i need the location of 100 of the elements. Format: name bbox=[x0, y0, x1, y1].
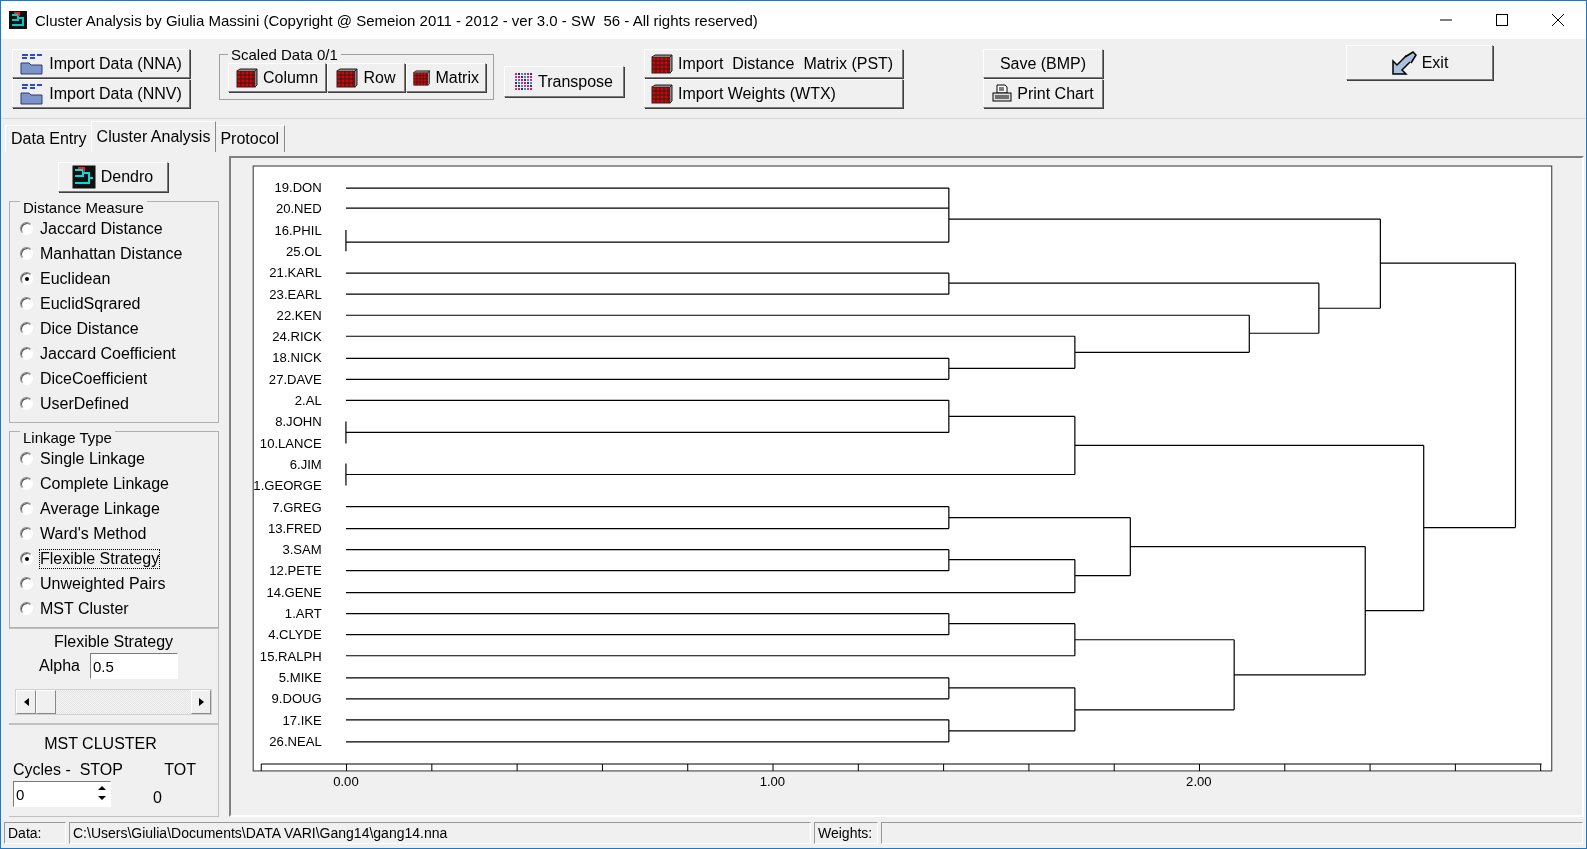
alpha-input[interactable]: 0.5 bbox=[89, 653, 178, 679]
exit-button[interactable]: Exit bbox=[1346, 45, 1493, 80]
radio-button[interactable] bbox=[20, 222, 33, 235]
radio-button[interactable] bbox=[20, 322, 33, 335]
import-data-button[interactable]: Import Data (NNA) bbox=[12, 49, 190, 78]
leaf-label: 12.PETE bbox=[269, 563, 322, 579]
scale-button[interactable]: Row bbox=[327, 63, 405, 92]
radio-button[interactable] bbox=[20, 272, 33, 285]
radio-label[interactable]: EuclidSqrared bbox=[40, 294, 141, 313]
tab[interactable]: Protocol bbox=[214, 125, 286, 152]
tab[interactable]: Data Entry bbox=[5, 125, 93, 152]
group-title: Linkage Type bbox=[20, 429, 115, 446]
grid-icon bbox=[651, 53, 673, 74]
tot-value: 0 bbox=[153, 789, 162, 807]
tot-label: TOT bbox=[164, 761, 196, 779]
slider-thumb[interactable] bbox=[36, 690, 56, 714]
leaf-label: 8.JOHN bbox=[275, 414, 322, 430]
radio-label[interactable]: Dice Distance bbox=[40, 319, 139, 338]
import-matrix-button[interactable]: Import Weights (WTX) bbox=[644, 79, 903, 108]
app-icon bbox=[9, 11, 27, 29]
radio-label[interactable]: Manhattan Distance bbox=[40, 244, 183, 263]
row-grid-icon bbox=[336, 67, 359, 88]
leaf-label: 16.PHIL bbox=[274, 222, 322, 238]
radio-label[interactable]: Ward's Method bbox=[40, 524, 147, 543]
radio-label[interactable]: Complete Linkage bbox=[40, 474, 169, 493]
import-matrix-button[interactable]: Import Distance Matrix (PST) bbox=[644, 49, 903, 78]
data-path: C:\Users\Giulia\Documents\DATA VARI\Gang14\gang14.nna bbox=[69, 821, 811, 844]
axis-tick-label: 1.00 bbox=[759, 774, 786, 789]
window-title: Cluster Analysis by Giulia Massini (Copyright @ Semeion 2011 - 2012 - ver 3.0 - SW 56 - All rights reserved) bbox=[35, 11, 759, 29]
radio-label[interactable]: Jaccard Distance bbox=[40, 219, 163, 238]
tab[interactable]: Cluster Analysis bbox=[90, 121, 217, 152]
radio-button[interactable] bbox=[20, 602, 33, 615]
leaf-label: 26.NEAL bbox=[269, 733, 322, 749]
alpha-slider[interactable] bbox=[15, 689, 212, 715]
leaf-label: 13.FRED bbox=[267, 520, 322, 536]
radio-label[interactable]: Jaccard Coefficient bbox=[40, 344, 176, 363]
axis-tick-label: 2.00 bbox=[1186, 774, 1212, 789]
transpose-button[interactable]: Transpose bbox=[504, 66, 624, 97]
radio-label[interactable]: MST Cluster bbox=[40, 599, 129, 618]
exit-arrow-icon bbox=[1390, 50, 1417, 75]
group-title: Scaled Data 0/1 bbox=[228, 46, 341, 63]
radio-button[interactable] bbox=[20, 527, 33, 540]
axis-tick-label: 0.00 bbox=[333, 774, 359, 789]
leaf-label: 20.NED bbox=[275, 201, 322, 217]
stop-spin-field[interactable]: 0 bbox=[13, 781, 111, 807]
radio-button[interactable] bbox=[20, 372, 33, 385]
scale-button[interactable]: Column bbox=[228, 63, 326, 92]
leaf-label: 19.DON bbox=[274, 180, 322, 196]
group-title: Distance Measure bbox=[20, 199, 147, 216]
radio-label[interactable]: Unweighted Pairs bbox=[40, 574, 166, 593]
leaf-label: 2.AL bbox=[294, 393, 322, 409]
leaf-label: 24.RICK bbox=[272, 329, 322, 345]
data-label: Data: bbox=[4, 821, 66, 844]
leaf-label: 18.NICK bbox=[272, 350, 322, 366]
leaf-label: 25.OL bbox=[286, 244, 322, 259]
leaf-label: 5.MIKE bbox=[278, 670, 322, 685]
radio-button[interactable] bbox=[20, 347, 33, 360]
leaf-label: 23.EARL bbox=[269, 286, 322, 302]
cycles-stop-label: Cycles - STOP bbox=[13, 761, 123, 779]
radio-button[interactable] bbox=[20, 452, 33, 465]
import-data-button[interactable]: Import Data (NNV) bbox=[12, 79, 190, 108]
asc-folder-icon bbox=[20, 82, 45, 105]
dendro-button[interactable]: Dendro bbox=[57, 162, 168, 192]
radio-label[interactable]: Flexible Strategy bbox=[40, 549, 160, 568]
radio-label[interactable]: UserDefined bbox=[40, 394, 129, 413]
leaf-label: 22.KEN bbox=[276, 307, 322, 323]
leaf-label: 1.GEORGE bbox=[253, 478, 322, 494]
section-title: MST CLUSTER bbox=[44, 735, 157, 753]
save-button[interactable]: Save (BMP) bbox=[983, 49, 1103, 78]
radio-button[interactable] bbox=[20, 397, 33, 410]
column-grid-icon bbox=[235, 67, 258, 88]
radio-label[interactable]: Average Linkage bbox=[40, 499, 160, 518]
alpha-label: Alpha bbox=[39, 657, 80, 675]
leaf-label: 4.CLYDE bbox=[268, 627, 322, 643]
leaf-label: 7.GREG bbox=[272, 499, 322, 515]
grid-icon bbox=[651, 83, 673, 104]
radio-label[interactable]: Euclidean bbox=[40, 269, 111, 288]
dendrogram-icon bbox=[71, 165, 96, 189]
scale-button[interactable]: Matrix bbox=[406, 63, 486, 92]
leaf-label: 6.JIM bbox=[289, 457, 322, 472]
radio-button[interactable] bbox=[20, 297, 33, 310]
radio-button[interactable] bbox=[20, 502, 33, 515]
radio-label[interactable]: DiceCoefficient bbox=[40, 369, 148, 388]
radio-button[interactable] bbox=[20, 247, 33, 260]
radio-label[interactable]: Single Linkage bbox=[40, 449, 145, 468]
matrix-grid-icon bbox=[413, 67, 431, 88]
leaf-label: 1.ART bbox=[284, 606, 322, 622]
radio-button[interactable] bbox=[20, 577, 33, 590]
radio-button[interactable] bbox=[20, 552, 33, 565]
leaf-label: 14.GENE bbox=[266, 584, 322, 600]
radio-button[interactable] bbox=[20, 477, 33, 490]
weights-label: Weights: bbox=[814, 821, 878, 844]
leaf-label: 10.LANCE bbox=[259, 435, 322, 451]
leaf-label: 21.KARL bbox=[269, 265, 322, 281]
dot-grid-icon bbox=[515, 72, 533, 91]
leaf-label: 3.SAM bbox=[282, 542, 322, 558]
print-chart-button[interactable]: Print Chart bbox=[983, 79, 1103, 108]
leaf-label: 17.IKE bbox=[282, 712, 322, 728]
section-title: Flexible Strategy bbox=[53, 633, 174, 651]
leaf-label: 15.RALPH bbox=[259, 648, 322, 664]
